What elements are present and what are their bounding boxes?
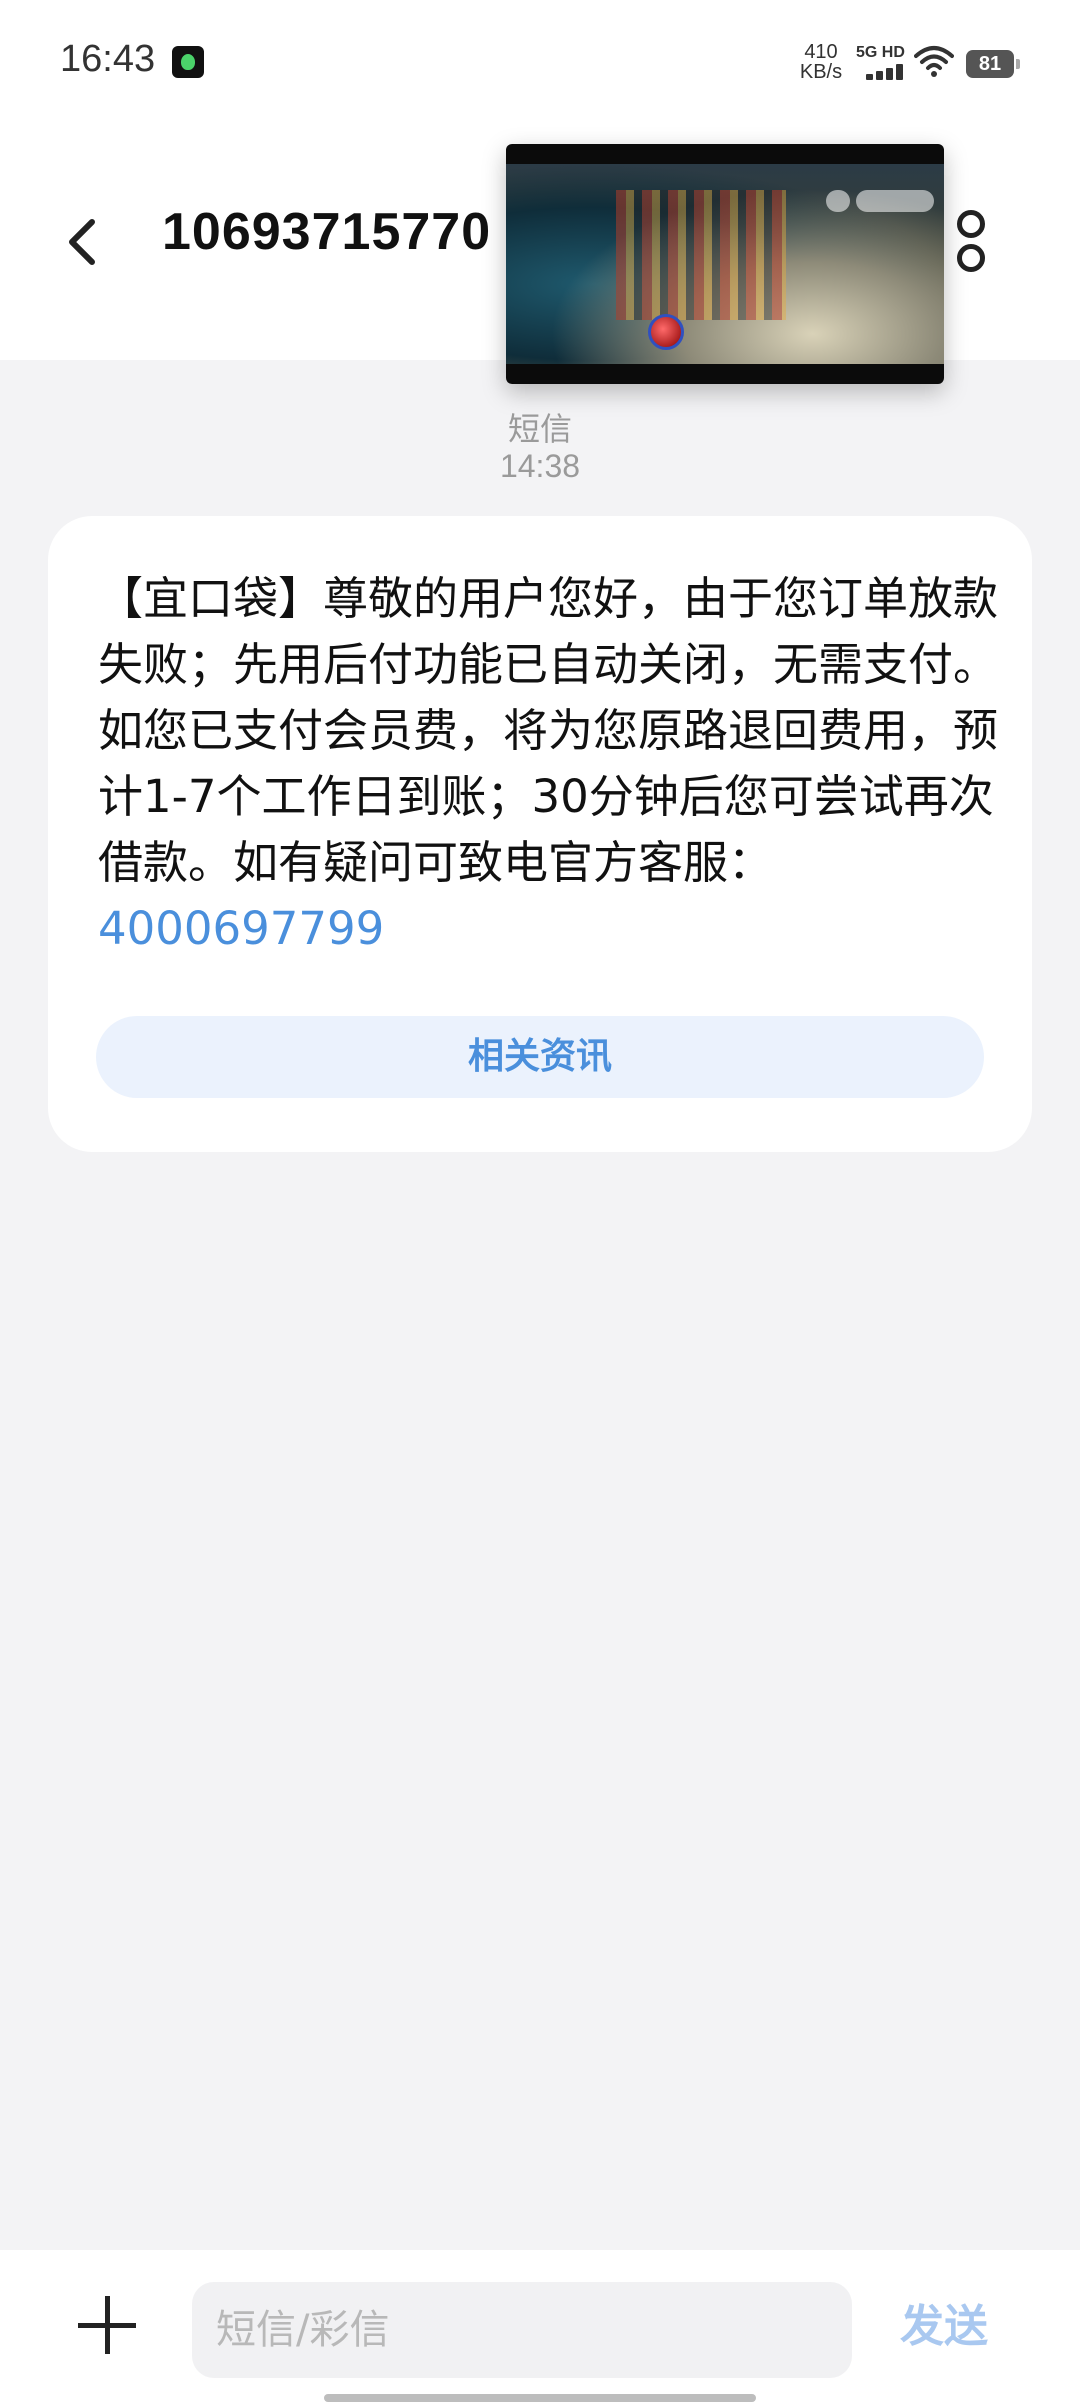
composer-bar: 发送 <box>0 2250 1080 2408</box>
network-speed: 410 KB/s <box>796 42 846 82</box>
picture-in-picture-video[interactable] <box>506 144 944 384</box>
message-input[interactable] <box>192 2282 852 2378</box>
channel-label: 短信 <box>507 410 572 448</box>
home-indicator[interactable] <box>324 2394 756 2402</box>
phone-link[interactable]: 4000697799 <box>98 902 384 955</box>
pip-controls[interactable] <box>826 190 936 214</box>
battery-icon: 81 <box>966 50 1020 78</box>
network-speed-value: 410 <box>804 41 838 63</box>
message-bubble[interactable]: 【宜口袋】尊敬的用户您好，由于您订单放款失败；先用后付功能已自动关闭，无需支付。… <box>48 516 1032 1152</box>
chevron-left-icon[interactable] <box>58 200 118 280</box>
plus-icon[interactable] <box>78 2296 136 2354</box>
contact-title: 10693715770 <box>162 203 492 261</box>
network-type: 5G HD <box>856 44 905 61</box>
related-info-button[interactable]: 相关资讯 <box>96 1016 984 1098</box>
send-button[interactable]: 发送 <box>900 2290 988 2354</box>
network-speed-unit: KB/s <box>799 61 843 83</box>
signal-icon <box>866 64 906 80</box>
game-video-frame <box>506 164 944 364</box>
message-body: 【宜口袋】尊敬的用户您好，由于您订单放款失败；先用后付功能已自动关闭，无需支付。… <box>98 572 999 889</box>
app-notification-icon <box>172 46 204 78</box>
status-time: 16:43 <box>60 38 156 80</box>
wifi-icon <box>914 46 954 77</box>
more-icon[interactable] <box>940 200 1000 280</box>
message-text: 【宜口袋】尊敬的用户您好，由于您订单放款失败；先用后付功能已自动关闭，无需支付。… <box>98 566 998 962</box>
status-bar: 16:43 410 KB/s 5G HD 81 <box>0 0 1080 130</box>
message-timestamp: 14:38 <box>499 448 581 484</box>
